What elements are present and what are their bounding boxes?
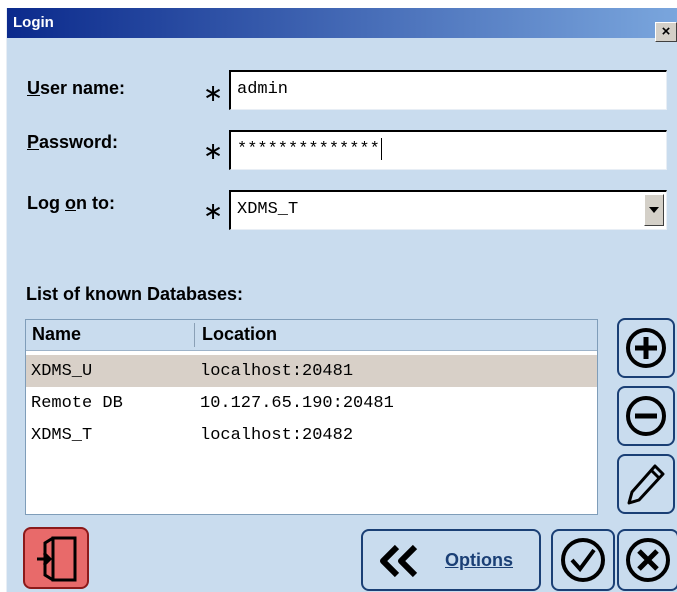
remove-database-button[interactable] — [617, 386, 675, 446]
edit-database-button[interactable] — [617, 454, 675, 514]
row-location: 10.127.65.190:20481 — [200, 394, 394, 413]
column-divider[interactable] — [194, 323, 195, 347]
password-label: Password: — [27, 132, 119, 152]
row-location: localhost:20482 — [200, 426, 354, 445]
text-caret — [380, 137, 382, 160]
ok-button[interactable] — [551, 529, 615, 591]
options-label: Options — [445, 550, 513, 570]
required-marker: ∗ — [203, 80, 224, 107]
username-label: User name: — [27, 78, 126, 98]
x-circle-icon — [626, 538, 670, 582]
username-input[interactable]: admin — [229, 70, 667, 110]
table-row[interactable]: Remote DB 10.127.65.190:20481 — [26, 387, 597, 419]
row-name: XDMS_U — [31, 362, 93, 381]
login-dialog: Login × User name: ∗ admin Password: ∗ *… — [6, 8, 677, 592]
table-row[interactable]: XDMS_U localhost:20481 — [26, 355, 597, 387]
row-name: XDMS_T — [31, 426, 93, 445]
column-header-location[interactable]: Location — [202, 324, 277, 345]
close-button[interactable]: × — [655, 22, 677, 42]
dropdown-button[interactable] — [644, 194, 664, 226]
check-circle-icon — [561, 538, 605, 582]
options-button[interactable]: Options — [361, 529, 541, 591]
pencil-icon — [627, 464, 665, 505]
logon-label: Log on to: — [27, 193, 115, 213]
plus-circle-icon — [626, 328, 666, 368]
window-title: Login — [13, 14, 54, 31]
password-input[interactable]: ************** — [229, 130, 667, 170]
databases-section-title: List of known Databases: — [26, 284, 244, 304]
add-database-button[interactable] — [617, 318, 675, 378]
list-header: Name Location — [26, 320, 597, 351]
chevron-down-icon — [649, 207, 659, 213]
table-row[interactable]: XDMS_T localhost:20482 — [26, 419, 597, 451]
required-marker: ∗ — [203, 198, 224, 225]
column-header-name[interactable]: Name — [32, 324, 81, 345]
minus-circle-icon — [626, 396, 666, 436]
exit-door-icon — [37, 536, 77, 582]
cancel-button[interactable] — [617, 529, 677, 591]
required-marker: ∗ — [203, 138, 224, 165]
title-bar: Login — [7, 8, 677, 38]
row-location: localhost:20481 — [200, 362, 354, 381]
logon-select[interactable]: XDMS_T — [229, 190, 667, 230]
double-chevron-left-icon — [380, 544, 418, 578]
exit-button[interactable] — [23, 527, 89, 589]
row-name: Remote DB — [31, 394, 123, 413]
databases-list[interactable]: Name Location XDMS_U localhost:20481 Rem… — [25, 319, 598, 515]
